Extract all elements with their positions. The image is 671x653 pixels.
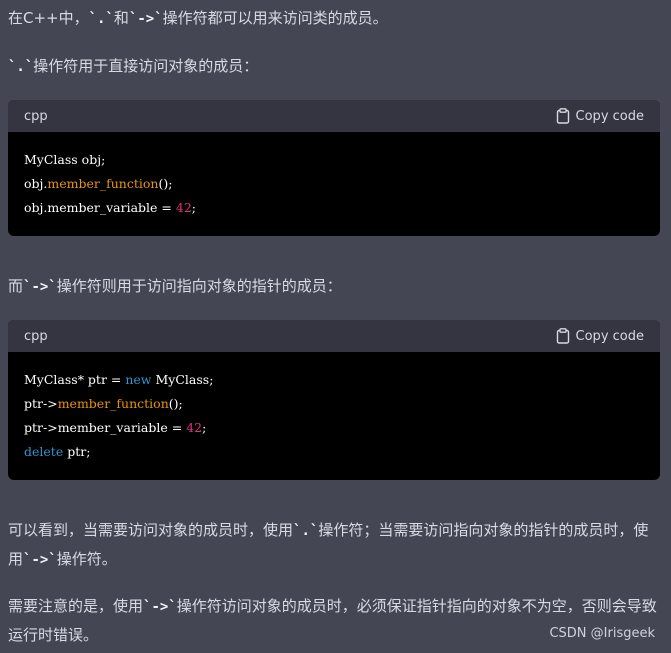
clipboard-icon [556,108,570,124]
copy-code-label: Copy code [575,108,644,124]
copy-code-button[interactable]: Copy code [556,328,644,344]
copy-code-button[interactable]: Copy code [556,108,644,124]
copy-code-label: Copy code [575,328,644,344]
code-language-label: cpp [24,328,48,344]
code-line: obj.member_variable = 42; [24,200,196,215]
text: 而 [8,277,24,295]
code-line: MyClass obj; [24,152,106,167]
text: 可以看到，当需要访问对象的成员时，使用 [8,521,294,539]
code-line: ptr->member_function(); [24,396,183,411]
code-language-label: cpp [24,108,48,124]
inline-code-dot: `.` [88,11,114,27]
text: 在C++中， [8,9,89,27]
text: 操作符。 [56,550,117,568]
code-line: obj.member_function(); [24,176,173,191]
inline-code-arrow: `->` [23,552,57,568]
text: 和 [113,9,129,27]
text: 操作符都可以用来访问类的成员。 [162,9,388,27]
code-block-1: cpp Copy code MyClass obj; obj.member_fu… [8,100,660,236]
inline-code-arrow: `->` [143,599,177,615]
inline-code-arrow: `->` [128,11,163,27]
code-block-header: cpp Copy code [8,100,660,132]
code-line: delete ptr; [24,444,91,459]
arrow-operator-paragraph: 而`->`操作符则用于访问指向对象的指针的成员： [8,272,658,301]
inline-code-arrow: `->` [23,279,57,295]
summary-paragraph: 可以看到，当需要访问对象的成员时，使用`.`操作符；当需要访问指向对象的指针的成… [8,516,658,574]
clipboard-icon [556,328,570,344]
csdn-watermark: CSDN @Irisgeek [549,626,655,641]
code-body: MyClass obj; obj.member_function(); obj.… [8,132,660,236]
inline-code-dot: `.` [8,59,34,75]
code-line: MyClass* ptr = new MyClass; [24,372,214,387]
text: 操作符则用于访问指向对象的指针的成员： [56,277,342,295]
code-block-2: cpp Copy code MyClass* ptr = new MyClass… [8,320,660,480]
dot-operator-paragraph: `.`操作符用于直接访问对象的成员： [8,52,658,81]
text: 操作符用于直接访问对象的成员： [33,57,259,75]
code-body: MyClass* ptr = new MyClass; ptr->member_… [8,352,660,480]
code-block-header: cpp Copy code [8,320,660,352]
text: 需要注意的是，使用 [8,597,144,615]
intro-paragraph: 在C++中，`.`和`->`操作符都可以用来访问类的成员。 [8,4,658,33]
code-line: ptr->member_variable = 42; [24,420,207,435]
inline-code-dot: `.` [293,523,319,539]
